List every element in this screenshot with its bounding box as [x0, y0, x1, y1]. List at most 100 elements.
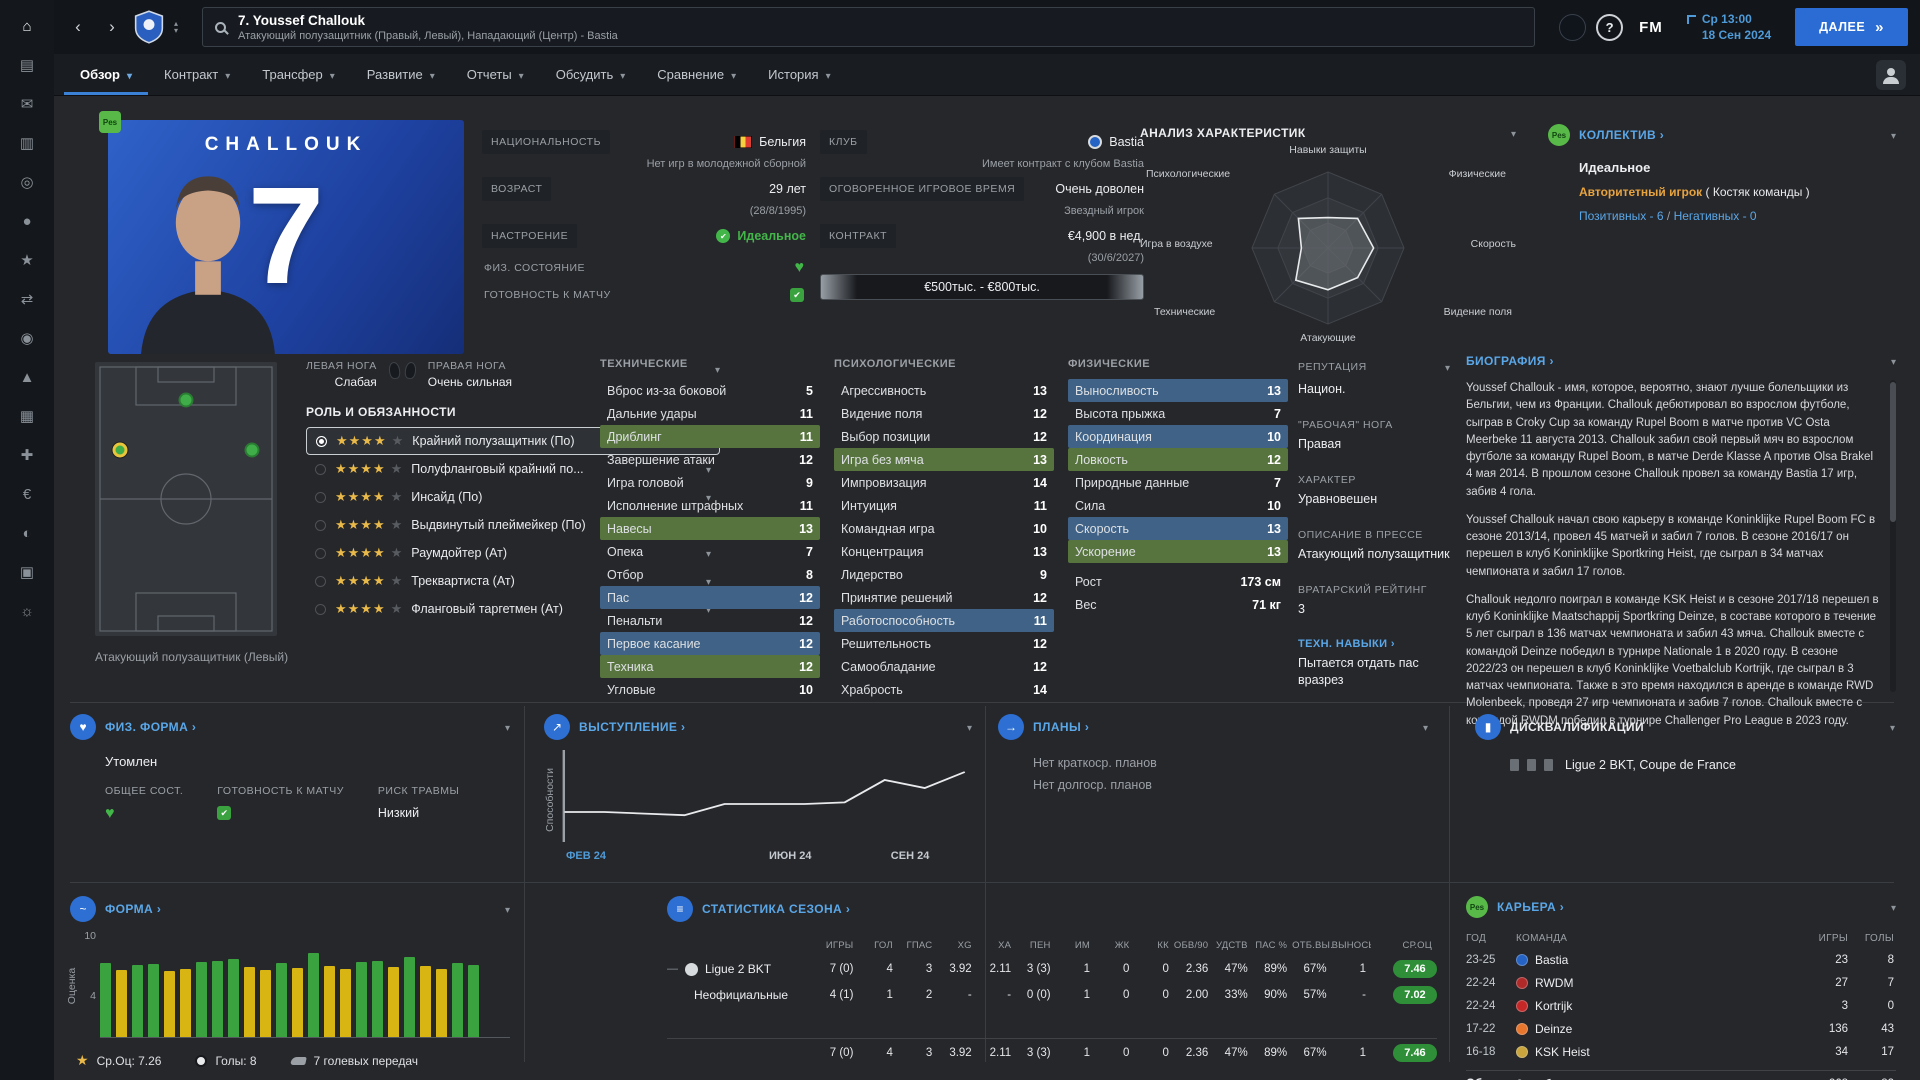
attribute-row[interactable]: Угловые 10: [600, 678, 820, 701]
role-radio[interactable]: [315, 520, 326, 531]
club-crest-icon[interactable]: [134, 10, 164, 44]
career-row[interactable]: 22-24 Kortrijk 3 0: [1466, 994, 1896, 1017]
form-bar[interactable]: [260, 970, 271, 1037]
tab[interactable]: Сравнение: [641, 54, 752, 95]
attribute-row[interactable]: Игра головой 9: [600, 471, 820, 494]
scouting-icon[interactable]: ◉: [12, 324, 42, 352]
career-row[interactable]: 22-24 RWDM 27 7: [1466, 971, 1896, 994]
stats-column-header[interactable]: УДСТВ: [1213, 940, 1252, 951]
career-row[interactable]: 16-18 KSK Heist 34 17: [1466, 1040, 1896, 1063]
stats-column-header[interactable]: ХА: [977, 940, 1016, 951]
stats-column-header[interactable]: ИМ: [1056, 940, 1095, 951]
world-icon[interactable]: ◐: [12, 519, 42, 547]
plans-title-link[interactable]: ПЛАНЫ ›: [1033, 720, 1089, 734]
stats-column-header[interactable]: ОБВ/90: [1174, 940, 1213, 951]
home-icon[interactable]: ⌂: [12, 12, 42, 40]
attribute-row[interactable]: Самообладание 12: [834, 655, 1054, 678]
attribute-row[interactable]: Выносливость 13: [1068, 379, 1288, 402]
position-st[interactable]: [179, 393, 194, 408]
form-bar[interactable]: [452, 963, 463, 1037]
career-row[interactable]: 17-22 Deinze 136 43: [1466, 1017, 1896, 1040]
transfer-value-slider[interactable]: €500тыс. - €800тыс.: [820, 274, 1144, 300]
attribute-row[interactable]: Техника 12: [600, 655, 820, 678]
collapse-caret-icon[interactable]: [1423, 718, 1428, 736]
form-bar[interactable]: [324, 966, 335, 1037]
form-bar[interactable]: [340, 969, 351, 1037]
role-radio[interactable]: [315, 464, 326, 475]
continue-button[interactable]: ДАЛЕЕ »: [1795, 8, 1908, 46]
schedule-icon[interactable]: ▦: [12, 402, 42, 430]
collapse-caret-icon[interactable]: [505, 900, 510, 918]
role-radio[interactable]: [315, 492, 326, 503]
attribute-row[interactable]: Первое касание 12: [600, 632, 820, 655]
attribute-row[interactable]: Отбор 8: [600, 563, 820, 586]
tab[interactable]: Развитие: [351, 54, 451, 95]
form-bar[interactable]: [132, 965, 143, 1037]
forward-button[interactable]: ›: [100, 14, 124, 40]
form-bar[interactable]: [308, 953, 319, 1037]
form-bar[interactable]: [164, 971, 175, 1037]
stats-column-header[interactable]: ИГРЫ: [819, 940, 858, 951]
tab[interactable]: Трансфер: [246, 54, 351, 95]
club-value[interactable]: Bastia: [1109, 135, 1144, 149]
stats-column-header[interactable]: ОТБ.ВЫ..: [1292, 940, 1331, 951]
attribute-row[interactable]: Интуиция 11: [834, 494, 1054, 517]
performance-title-link[interactable]: ВЫСТУПЛЕНИЕ ›: [579, 720, 685, 734]
traits-link[interactable]: ТЕХН. НАВЫКИ ›: [1298, 638, 1395, 650]
form-bar[interactable]: [212, 961, 223, 1037]
club-icon[interactable]: ●: [12, 207, 42, 235]
form-bar[interactable]: [388, 967, 399, 1037]
attribute-row[interactable]: Выбор позиции 12: [834, 425, 1054, 448]
match-readiness-icon[interactable]: [790, 288, 804, 302]
finances-icon[interactable]: €: [12, 480, 42, 508]
form-bar[interactable]: [244, 967, 255, 1037]
position-amr[interactable]: [244, 442, 259, 457]
attribute-row[interactable]: Видение поля 12: [834, 402, 1054, 425]
attribute-row[interactable]: Решительность 12: [834, 632, 1054, 655]
form-bar[interactable]: [292, 968, 303, 1037]
collapse-caret-icon[interactable]: [1891, 352, 1896, 370]
tab[interactable]: История: [752, 54, 846, 95]
collapse-caret-icon[interactable]: [505, 718, 510, 736]
help-button[interactable]: ?: [1596, 14, 1623, 41]
tab[interactable]: Отчеты: [451, 54, 540, 95]
player-search-bar[interactable]: 7. Youssef Challouk Атакующий полузащитн…: [202, 7, 1535, 47]
form-bar[interactable]: [468, 965, 479, 1037]
collapse-caret-icon[interactable]: [967, 718, 972, 736]
attribute-row[interactable]: Пас 12: [600, 586, 820, 609]
negative-relations-link[interactable]: Негативных - 0: [1674, 209, 1757, 223]
stats-column-header[interactable]: ГОЛ: [858, 940, 897, 951]
club-vision-icon[interactable]: ▣: [12, 558, 42, 586]
attribute-row[interactable]: Сила 10: [1068, 494, 1288, 517]
biography-title-link[interactable]: БИОГРАФИЯ ›: [1466, 354, 1554, 368]
attribute-row[interactable]: Игра без мяча 13: [834, 448, 1054, 471]
form-bar[interactable]: [436, 969, 447, 1037]
stats-column-header[interactable]: ГПАС: [898, 940, 937, 951]
tab[interactable]: Обсудить: [540, 54, 642, 95]
stats-column-header[interactable]: ВЫНОСЫ: [1332, 940, 1371, 951]
form-bar[interactable]: [100, 963, 111, 1037]
position-aml[interactable]: [113, 442, 128, 457]
stats-row[interactable]: — Ligue 2 BKT 7 (0) 4 3 3.92 2.11 3 (3) …: [667, 956, 1437, 982]
form-bar[interactable]: [276, 963, 287, 1037]
attribute-row[interactable]: Завершение атаки 12: [600, 448, 820, 471]
stats-column-header[interactable]: ПАС %: [1253, 940, 1292, 951]
attribute-row[interactable]: Вброс из-за боковой 5: [600, 379, 820, 402]
preferences-icon[interactable]: ☼: [12, 597, 42, 625]
stats-column-header[interactable]: КК: [1134, 940, 1173, 951]
tab[interactable]: Обзор: [64, 54, 148, 95]
attribute-row[interactable]: Дальние удары 11: [600, 402, 820, 425]
form-bar[interactable]: [116, 970, 127, 1037]
attribute-row[interactable]: Лидерство 9: [834, 563, 1054, 586]
attribute-row[interactable]: Опека 7: [600, 540, 820, 563]
form-bar[interactable]: [372, 961, 383, 1037]
condition-heart-icon[interactable]: [795, 260, 805, 276]
collapse-caret-icon[interactable]: [1891, 898, 1896, 916]
attribute-row[interactable]: Ускорение 13: [1068, 540, 1288, 563]
collapse-caret-icon[interactable]: [1445, 358, 1450, 376]
collapse-caret-icon[interactable]: [1891, 126, 1896, 144]
attribute-row[interactable]: Природные данные 7: [1068, 471, 1288, 494]
attribute-row[interactable]: Концентрация 13: [834, 540, 1054, 563]
form-title-link[interactable]: ФОРМА ›: [105, 902, 161, 916]
attribute-row[interactable]: Дриблинг 11: [600, 425, 820, 448]
